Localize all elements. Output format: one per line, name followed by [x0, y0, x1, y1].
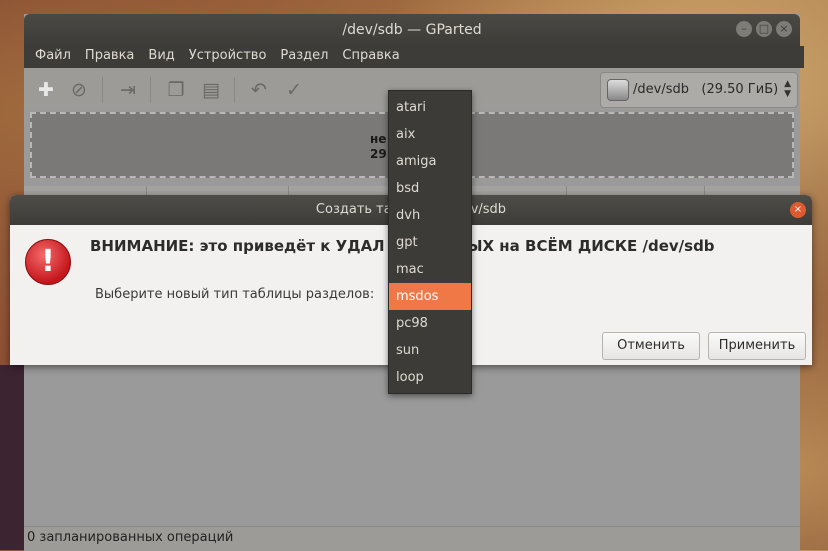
menu-device[interactable]: Устройство [182, 46, 274, 68]
window-titlebar[interactable]: /dev/sdb — GParted – □ × [24, 14, 800, 46]
menu-file[interactable]: Файл [28, 46, 78, 68]
error-icon: ! [25, 239, 71, 285]
menu-partition[interactable]: Раздел [273, 46, 335, 68]
table-type-label: Выберите новый тип таблицы разделов: [95, 287, 375, 302]
dialog-close-icon[interactable]: × [790, 202, 806, 218]
option-aix[interactable]: aix [389, 121, 471, 148]
menu-help[interactable]: Справка [335, 46, 406, 68]
option-loop[interactable]: loop [389, 364, 471, 391]
status-bar: 0 запланированных операций [24, 526, 800, 551]
table-type-dropdown: atari aix amiga bsd dvh gpt mac msdos pc… [388, 90, 472, 394]
menubar: Файл Правка Вид Устройство Раздел Справк… [24, 46, 804, 68]
option-gpt[interactable]: gpt [389, 229, 471, 256]
menu-view[interactable]: Вид [141, 46, 181, 68]
option-bsd[interactable]: bsd [389, 175, 471, 202]
option-mac[interactable]: mac [389, 256, 471, 283]
maximize-icon[interactable]: □ [756, 21, 772, 37]
option-sun[interactable]: sun [389, 337, 471, 364]
toolbar-separator [102, 77, 103, 103]
resize-move-icon[interactable]: ⇥ [116, 78, 140, 102]
minimize-icon[interactable]: – [736, 21, 752, 37]
cancel-button[interactable]: Отменить [602, 332, 700, 360]
option-pc98[interactable]: pc98 [389, 310, 471, 337]
option-atari[interactable]: atari [389, 94, 471, 121]
apply-button[interactable]: Применить [708, 332, 806, 360]
disk-icon [607, 79, 629, 101]
device-selector[interactable]: /dev/sdb (29.50 ГиБ) ▲ ▼ [600, 72, 798, 108]
menu-edit[interactable]: Правка [78, 46, 141, 68]
device-selector-label: /dev/sdb (29.50 ГиБ) [633, 82, 779, 97]
status-text: 0 запланированных операций [27, 530, 234, 545]
delete-icon[interactable]: ⊘ [67, 78, 91, 102]
copy-icon[interactable]: ❐ [164, 78, 188, 102]
close-icon[interactable]: × [776, 21, 792, 37]
option-dvh[interactable]: dvh [389, 202, 471, 229]
paste-icon[interactable]: ▤ [199, 78, 223, 102]
apply-check-icon[interactable]: ✓ [282, 78, 306, 102]
option-amiga[interactable]: amiga [389, 148, 471, 175]
new-partition-icon[interactable]: ✚ [34, 78, 58, 102]
desktop-strip [0, 365, 24, 550]
option-msdos[interactable]: msdos [389, 283, 471, 310]
undo-icon[interactable]: ↶ [247, 78, 271, 102]
spin-arrows-icon: ▲ ▼ [784, 79, 791, 99]
window-title: /dev/sdb — GParted [342, 22, 482, 38]
toolbar-separator [234, 77, 235, 103]
toolbar-separator [150, 77, 151, 103]
